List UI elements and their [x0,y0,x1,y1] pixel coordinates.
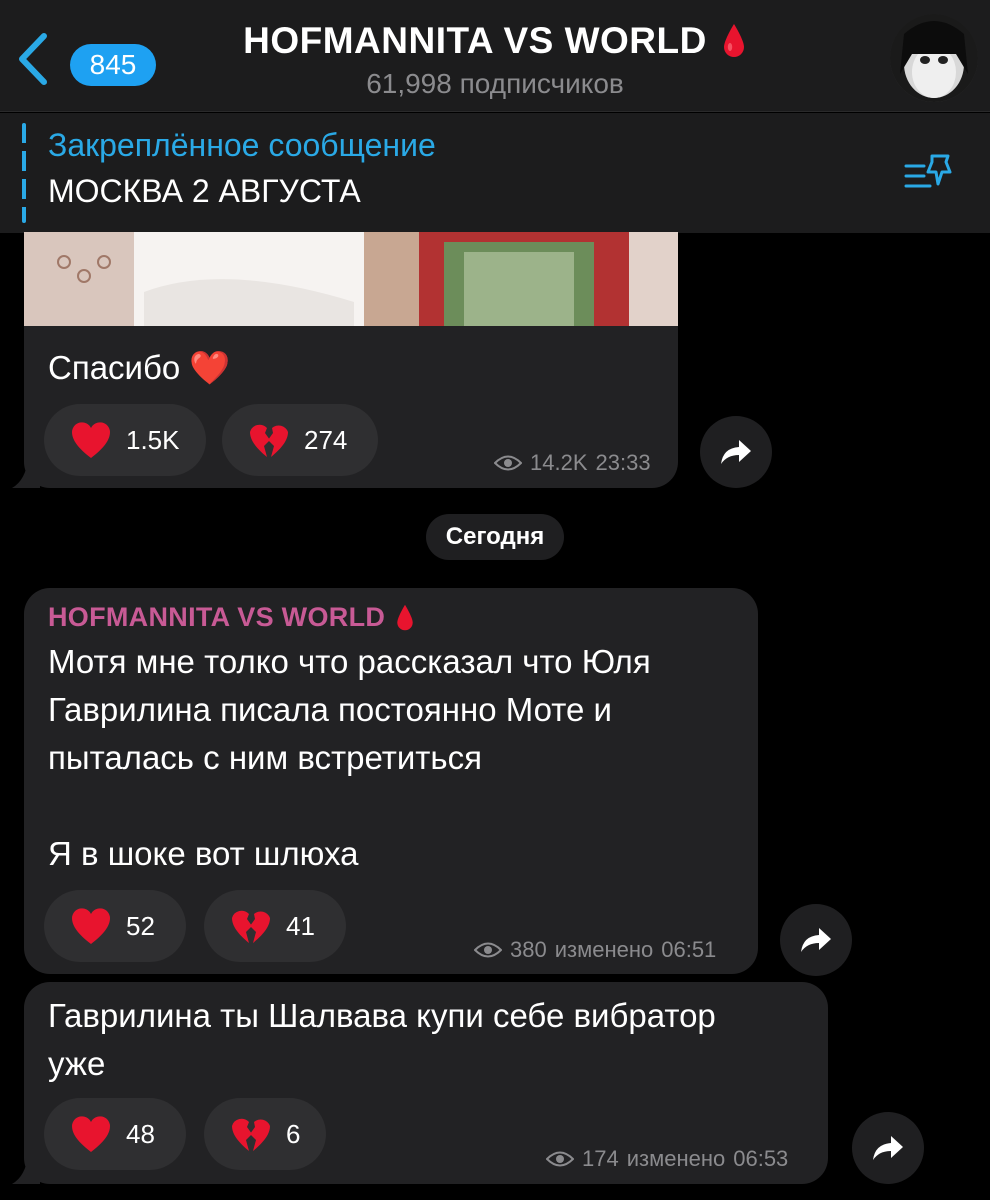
pinned-text: МОСКВА 2 АВГУСТА [48,173,361,209]
view-count: 14.2K [530,450,588,475]
pinned-message-bar[interactable]: Закреплённое сообщение МОСКВА 2 АВГУСТА [0,113,990,233]
author-name: HOFMANNITA VS WORLD [48,602,386,632]
avatar-image [890,14,978,102]
share-arrow-icon [801,928,831,952]
reaction-heart[interactable]: 1.5K [44,404,206,476]
view-count: 380 [510,937,547,962]
edited-label: изменено [554,937,654,962]
red-heart-icon [72,422,110,458]
chevron-left-icon [19,33,47,85]
reaction-heart[interactable]: 48 [44,1098,186,1170]
message-text: Гаврилина ты Шалвава купи себе вибратор … [48,992,716,1088]
eye-icon [546,1151,574,1167]
pinned-label: Закреплённое сообщение [48,127,436,163]
message-text: Спасибо ❤️ [48,349,231,386]
text-line: Я в шоке вот шлюха [48,835,359,872]
reaction-count: 1.5K [126,424,180,455]
share-arrow-icon [873,1136,903,1160]
share-button[interactable] [780,904,852,976]
chat-header: 845 HOFMANNITA VS WORLD 61,998 подписчик… [0,0,990,112]
text-line: пыталась с ним встретиться [48,739,482,776]
message-meta: 174 изменено 06:53 [546,1146,788,1172]
message-time: 06:51 [661,937,717,962]
text-line [48,782,651,830]
share-button[interactable] [700,416,772,488]
unread-count-badge: 845 [70,44,156,86]
channel-name: HOFMANNITA VS WORLD [243,20,707,61]
red-heart-icon [72,908,110,944]
text-line: Мотя мне толко что рассказал что Юля [48,643,651,680]
bubble-tail [12,1154,40,1184]
broken-heart-icon [250,424,288,457]
message-time: 06:53 [733,1146,789,1171]
view-count: 174 [582,1146,619,1171]
text-line: Гаврилина писала постоянно Моте и [48,691,612,728]
message-text: Мотя мне толко что рассказал что Юля Гав… [48,638,651,878]
edited-label: изменено [626,1146,726,1171]
reaction-count: 48 [126,1118,155,1149]
eye-icon [494,455,522,471]
reaction-count: 6 [286,1118,301,1149]
bubble-tail [12,458,40,488]
photo-content [24,232,678,326]
message-meta: 380 изменено 06:51 [474,937,716,963]
blood-drop-icon [397,604,413,630]
reaction-count: 274 [304,424,348,455]
eye-icon [474,942,502,958]
message-time: 23:33 [595,450,651,475]
subscriber-count: 61,998 подписчиков [366,68,624,99]
message-author[interactable]: HOFMANNITA VS WORLD [48,602,415,633]
pinned-list-icon[interactable] [900,152,958,194]
text-line: Гаврилина ты Шалвава купи себе вибратор [48,997,716,1034]
channel-title: HOFMANNITA VS WORLD [243,20,747,62]
reaction-broken-heart[interactable]: 6 [204,1098,326,1170]
blood-drop-icon [723,24,744,57]
broken-heart-icon [232,910,270,943]
message-meta: 14.2K 23:33 [494,450,651,476]
reaction-count: 52 [126,910,155,941]
message-photo[interactable] [24,232,678,326]
back-button[interactable]: 845 [14,28,156,90]
pinned-indicator [22,123,26,223]
share-arrow-icon [721,440,751,464]
text-line: уже [48,1045,106,1082]
reaction-broken-heart[interactable]: 41 [204,890,346,962]
channel-avatar[interactable] [890,14,978,102]
date-separator: Сегодня [426,514,564,560]
channel-title-block[interactable]: HOFMANNITA VS WORLD 61,998 подписчиков [170,20,820,100]
red-heart-icon [72,1116,110,1152]
reaction-heart[interactable]: 52 [44,890,186,962]
telegram-channel-screen: 845 HOFMANNITA VS WORLD 61,998 подписчик… [0,0,990,1200]
broken-heart-icon [232,1118,270,1151]
reaction-count: 41 [286,910,315,941]
reaction-broken-heart[interactable]: 274 [222,404,378,476]
share-button[interactable] [852,1112,924,1184]
